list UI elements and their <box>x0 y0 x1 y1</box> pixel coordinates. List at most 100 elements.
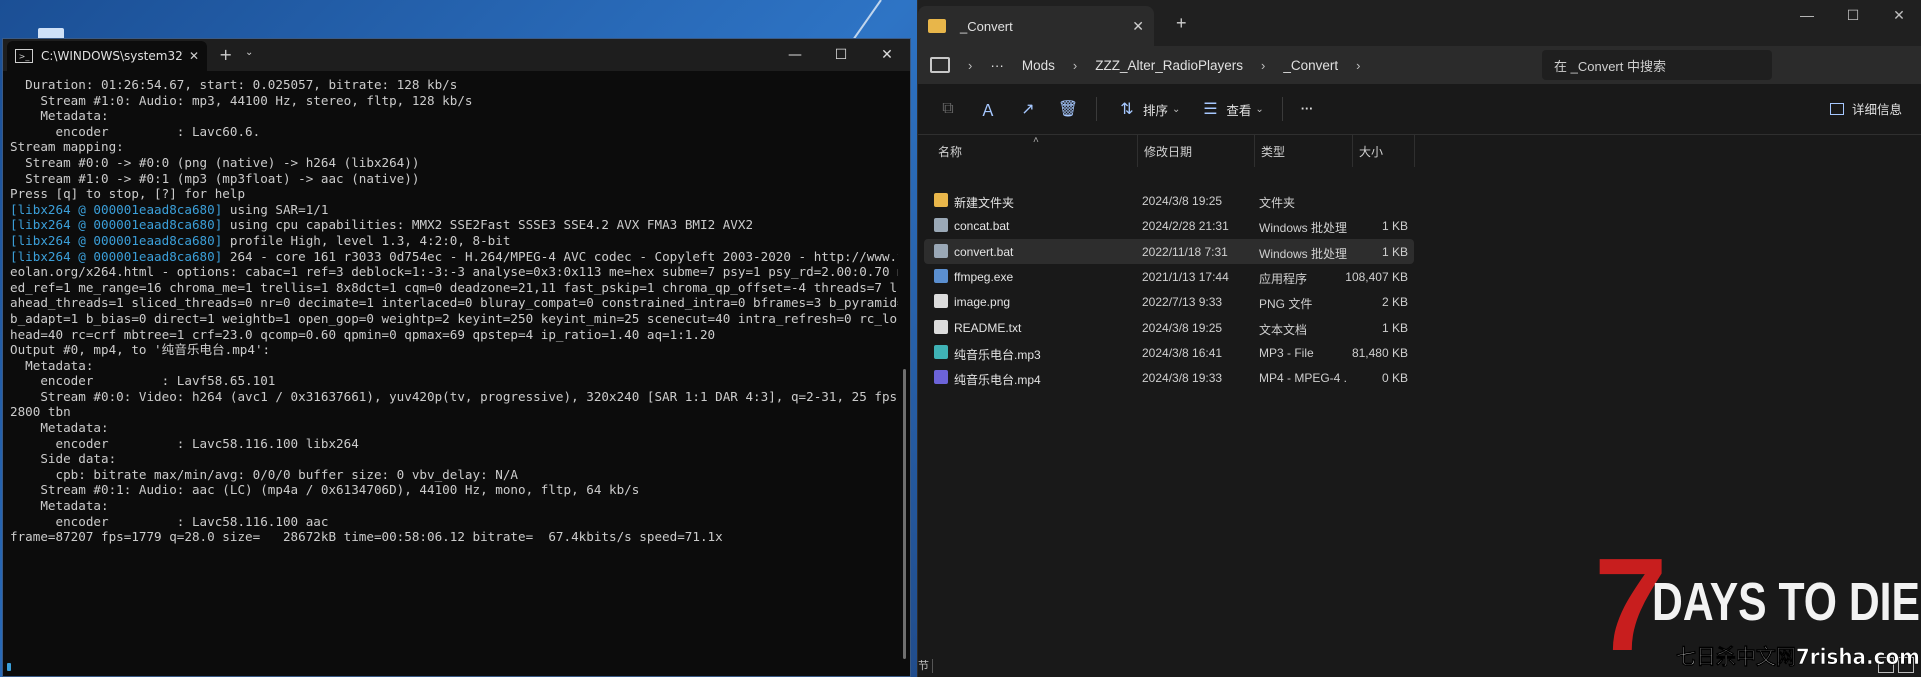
file-type: MP4 - MPEG-4 ... <box>1259 371 1347 386</box>
terminal-scrollbar[interactable] <box>903 369 906 659</box>
new-tab-button[interactable]: + <box>219 45 232 64</box>
terminal-line: head=40 rc=crf mbtree=1 crf=23.0 qcomp=0… <box>10 327 898 343</box>
file-row[interactable]: 新建文件夹 2024/3/8 19:25 文件夹 <box>924 188 1414 213</box>
terminal-line-text: Metadata: <box>10 108 109 124</box>
terminal-line: Stream #1:0: Audio: mp3, 44100 Hz, stere… <box>10 93 898 109</box>
column-date[interactable]: 修改日期 <box>1138 135 1255 167</box>
minimize-button[interactable]: — <box>1784 0 1830 30</box>
terminal-line: frame=87207 fps=1779 q=28.0 size= 28672k… <box>10 529 898 545</box>
terminal-line-text: encoder : Lavc60.6. <box>10 123 261 139</box>
bat-file-icon <box>934 218 948 233</box>
breadcrumb-item[interactable]: Mods <box>1022 58 1055 73</box>
column-name[interactable]: 名称 <box>936 135 1138 167</box>
file-name: 纯音乐电台.mp4 <box>954 373 1041 388</box>
share-icon[interactable]: ↗ <box>1018 99 1038 119</box>
terminal-tab-title: C:\WINDOWS\system32\cmd. <box>41 49 183 63</box>
terminal-line: Output #0, mp4, to '纯音乐电台.mp4': <box>10 342 898 358</box>
sort-icon[interactable]: ⇅ <box>1117 99 1137 119</box>
terminal-line-text: ahead_threads=1 sliced_threads=0 nr=0 de… <box>10 295 898 311</box>
maximize-button[interactable]: ☐ <box>1830 0 1876 30</box>
terminal-line-text: b_adapt=1 b_bias=0 direct=1 weightb=1 op… <box>10 310 898 326</box>
explorer-window-controls: — ☐ ✕ <box>1784 0 1921 30</box>
close-tab-icon[interactable]: ✕ <box>189 49 199 63</box>
chevron-right-icon[interactable]: › <box>1261 58 1265 73</box>
column-size[interactable]: 大小 <box>1353 135 1415 167</box>
file-name: convert.bat <box>954 244 1014 259</box>
new-tab-button[interactable]: + <box>1176 13 1187 34</box>
terminal-line: Duration: 01:26:54.67, start: 0.025057, … <box>10 77 898 93</box>
status-divider <box>932 659 933 673</box>
search-input[interactable]: 在 _Convert 中搜索 <box>1542 50 1772 80</box>
column-type[interactable]: 类型 <box>1255 135 1353 167</box>
sort-button[interactable]: 排序 <box>1143 100 1168 119</box>
terminal-line-text: encoder : Lavf58.65.101 <box>10 373 276 389</box>
terminal-line-text: Stream #0:0: Video: h264 (avc1 / 0x31637… <box>10 388 898 404</box>
explorer-tab[interactable]: _Convert ✕ <box>918 6 1154 46</box>
terminal-line-text: encoder : Lavc58.116.100 aac <box>10 513 329 529</box>
log-source-tag: [libx264 @ 000001eaad8ca680] <box>10 232 223 248</box>
view-icon[interactable]: ☰ <box>1200 99 1220 119</box>
log-source-tag: [libx264 @ 000001eaad8ca680] <box>10 217 223 233</box>
close-tab-icon[interactable]: ✕ <box>1132 18 1144 35</box>
details-pane-button[interactable]: 详细信息 <box>1829 99 1902 118</box>
file-row[interactable]: ffmpeg.exe 2021/1/13 17:44 应用程序 108,407 KB <box>924 264 1414 289</box>
terminal-output[interactable]: Duration: 01:26:54.67, start: 0.025057, … <box>10 77 898 676</box>
file-row[interactable]: convert.bat 2022/11/18 7:31 Windows 批处理...… <box>924 238 1414 264</box>
view-button[interactable]: 查看 <box>1226 100 1251 119</box>
chevron-right-icon[interactable]: › <box>1073 58 1077 73</box>
file-row[interactable]: image.png 2022/7/13 9:33 PNG 文件 2 KB <box>924 289 1414 314</box>
terminal-line: [libx264 @ 000001eaad8ca680] using cpu c… <box>10 217 898 233</box>
terminal-line-text: Stream #1:0 -> #0:1 (mp3 (mp3float) -> a… <box>10 170 420 186</box>
close-window-button[interactable]: ✕ <box>864 39 910 71</box>
breadcrumb-more[interactable]: ··· <box>990 58 1004 73</box>
terminal-tab-bar: >_ C:\WINDOWS\system32\cmd. ✕ + ⌄ — ☐ ✕ <box>3 39 910 71</box>
file-name: concat.bat <box>954 219 1010 234</box>
file-size: 1 KB <box>1381 320 1408 335</box>
close-window-button[interactable]: ✕ <box>1876 0 1921 30</box>
file-row[interactable]: 纯音乐电台.mp3 2024/3/8 16:41 MP3 - File 81,480 … <box>924 340 1414 365</box>
maximize-button[interactable]: ☐ <box>818 39 864 71</box>
file-date: 2024/3/8 19:25 <box>1142 320 1223 335</box>
this-pc-icon[interactable] <box>930 57 950 73</box>
file-name: README.txt <box>954 320 1022 335</box>
file-row[interactable]: 纯音乐电台.mp4 2024/3/8 19:33 MP4 - MPEG-4 ... 0… <box>924 365 1414 390</box>
chevron-down-icon[interactable]: ⌄ <box>245 47 253 58</box>
log-source-tag: [libx264 @ 000001eaad8ca680] <box>10 201 223 217</box>
status-text: 节 <box>918 660 929 672</box>
file-date: 2024/3/8 19:33 <box>1142 371 1223 386</box>
terminal-line-text: using SAR=1/1 <box>222 201 329 217</box>
minimize-button[interactable]: — <box>772 39 818 71</box>
terminal-line-text: Stream #1:0: Audio: mp3, 44100 Hz, stere… <box>10 92 473 108</box>
file-row[interactable]: README.txt 2024/3/8 19:25 文本文档 1 KB <box>924 315 1414 340</box>
terminal-line: encoder : Lavf58.65.101 <box>10 373 898 389</box>
chevron-down-icon[interactable]: ⌄ <box>1172 104 1180 115</box>
delete-icon[interactable]: 🗑 <box>1058 99 1078 119</box>
breadcrumb-item[interactable]: ZZZ_Alter_RadioPlayers <box>1095 58 1243 73</box>
terminal-line-text: head=40 rc=crf mbtree=1 crf=23.0 qcomp=0… <box>10 326 716 342</box>
bat-file-icon <box>934 243 948 258</box>
chevron-right-icon[interactable]: › <box>968 58 972 73</box>
rename-icon[interactable]: Ａ <box>978 99 998 120</box>
address-bar: › ··· Mods › ZZZ_Alter_RadioPlayers › _C… <box>918 46 1921 84</box>
file-date: 2024/3/8 19:25 <box>1142 194 1223 208</box>
chevron-down-icon[interactable]: ⌄ <box>1255 104 1263 115</box>
terminal-tab[interactable]: >_ C:\WINDOWS\system32\cmd. ✕ <box>7 41 207 71</box>
file-name: 新建文件夹 <box>954 196 1015 210</box>
file-size: 0 KB <box>1381 371 1408 386</box>
file-type: 文件夹 <box>1259 196 1296 210</box>
terminal-line: encoder : Lavc58.116.100 libx264 <box>10 436 898 452</box>
folder-icon <box>934 193 948 207</box>
terminal-line: Metadata: <box>10 358 898 374</box>
svg-text:DAYS TO DIE: DAYS TO DIE <box>1652 572 1920 632</box>
toolbar-divider <box>1281 97 1283 121</box>
file-row[interactable]: concat.bat 2024/2/28 21:31 Windows 批处理... 1… <box>924 213 1414 238</box>
breadcrumb-item[interactable]: _Convert <box>1283 58 1338 73</box>
terminal-line: Metadata: <box>10 420 898 436</box>
explorer-tab-bar: _Convert ✕ + — ☐ ✕ <box>918 0 1921 46</box>
copy-icon[interactable]: ⧉ <box>938 99 958 119</box>
terminal-line: Press [q] to stop, [?] for help <box>10 186 898 202</box>
details-label: 详细信息 <box>1851 103 1902 117</box>
chevron-right-icon[interactable]: › <box>1356 58 1360 73</box>
more-options-button[interactable]: ··· <box>1301 102 1314 116</box>
terminal-line: 2800 tbn <box>10 404 898 420</box>
